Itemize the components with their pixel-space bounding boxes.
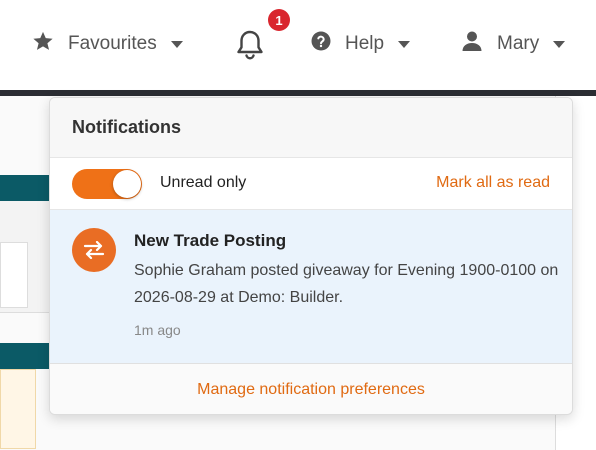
favourites-label: Favourites [68,33,157,54]
star-icon [32,30,54,58]
notification-count-badge: 1 [268,9,290,31]
unread-only-toggle[interactable] [72,169,142,199]
user-menu[interactable]: Mary [461,26,566,62]
chevron-down-icon [170,40,183,48]
manage-preferences-link[interactable]: Manage notification preferences [50,364,572,414]
user-icon [461,30,483,58]
chevron-down-icon [398,40,411,48]
notification-item[interactable]: New Trade Posting Sophie Graham posted g… [50,210,572,364]
question-circle-icon [311,31,331,57]
chevron-down-icon [553,40,566,48]
swap-arrows-icon [72,228,116,272]
top-navigation-bar: Favourites 1 Help Mary [0,0,596,90]
bell-icon[interactable] [234,28,266,62]
notifications-dropdown: Notifications Unread only Mark all as re… [49,97,573,415]
toggle-knob [113,170,141,198]
background-card [0,242,28,308]
notification-timestamp: 1m ago [134,322,181,338]
notification-title: New Trade Posting [134,231,287,250]
notification-body: Sophie Graham posted giveaway for Evenin… [134,262,559,306]
notifications-header: Notifications [50,98,572,158]
background-highlight-card [0,369,36,449]
notifications-title: Notifications [72,117,182,137]
favourites-menu[interactable]: Favourites [32,26,183,62]
mark-all-read-link[interactable]: Mark all as read [436,174,550,192]
help-label: Help [345,33,385,54]
user-name: Mary [497,33,540,54]
unread-only-label: Unread only [160,174,247,191]
help-menu[interactable]: Help [311,26,411,62]
top-bar-divider [0,90,596,96]
background-header-bar [0,343,52,369]
notifications-filter-row: Unread only Mark all as read [50,158,572,210]
background-header-bar [0,175,52,201]
